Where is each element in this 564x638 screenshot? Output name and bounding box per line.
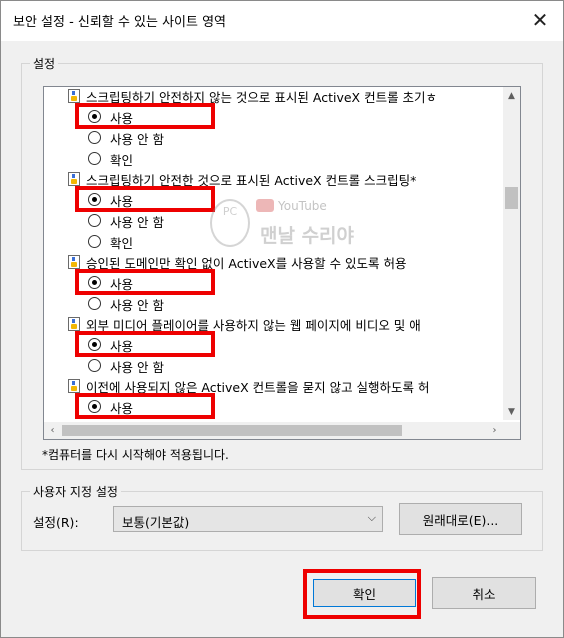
window-title: 보안 설정 - 신뢰할 수 있는 사이트 영역 xyxy=(13,15,227,30)
custom-group-label: 사용자 지정 설정 xyxy=(30,483,121,500)
horizontal-scroll-thumb[interactable] xyxy=(62,425,402,436)
chevron-down-icon: ⌵ xyxy=(367,511,376,524)
radio-label: 사용 안 함 xyxy=(110,298,164,313)
radio-label: 사용 안 함 xyxy=(110,215,164,230)
restart-note: *컴퓨터를 다시 시작해야 적용됩니다. xyxy=(42,448,229,462)
close-icon[interactable]: ✕ xyxy=(523,5,557,35)
scroll-left-icon[interactable]: ‹ xyxy=(44,422,61,439)
settings-group: 설정 스크립팅하기 안전하지 않는 것으로 표시된 ActiveX 컨트롤 초기… xyxy=(21,55,543,470)
cancel-button[interactable]: 취소 xyxy=(432,577,536,609)
setting-icon xyxy=(68,379,80,393)
security-level-dropdown[interactable]: 보통(기본값) ⌵ xyxy=(113,506,383,532)
radio-button[interactable] xyxy=(88,235,101,248)
radio-option[interactable]: 사용 안 함 xyxy=(44,211,244,231)
radio-option[interactable]: 사용 안 함 xyxy=(44,356,244,376)
radio-button[interactable] xyxy=(88,297,101,310)
horizontal-scrollbar[interactable]: ‹ › xyxy=(44,422,503,439)
security-settings-dialog: 보안 설정 - 신뢰할 수 있는 사이트 영역 ✕ 설정 스크립팅하기 안전하지… xyxy=(0,0,564,638)
setting-icon xyxy=(68,89,80,103)
radio-label: 확인 xyxy=(110,236,134,251)
title-bar: 보안 설정 - 신뢰할 수 있는 사이트 영역 ✕ xyxy=(1,1,563,41)
youtube-icon xyxy=(256,199,274,212)
settings-listbox[interactable]: 스크립팅하기 안전하지 않는 것으로 표시된 ActiveX 컨트롤 초기ㅎ 사… xyxy=(43,86,521,440)
scroll-up-icon[interactable]: ▲ xyxy=(503,87,520,104)
settings-list: 스크립팅하기 안전하지 않는 것으로 표시된 ActiveX 컨트롤 초기ㅎ 사… xyxy=(44,87,499,420)
radio-button[interactable] xyxy=(88,359,101,372)
scroll-down-icon[interactable]: ▼ xyxy=(503,403,520,420)
setting-icon xyxy=(68,317,80,331)
radio-label: 사용 안 함 xyxy=(110,360,164,375)
vertical-scroll-thumb[interactable] xyxy=(505,187,518,209)
highlight-box xyxy=(75,186,215,212)
radio-option[interactable]: 확인 xyxy=(44,232,244,252)
setting-icon xyxy=(68,172,80,186)
radio-label: 사용 안 함 xyxy=(110,132,164,147)
reset-button[interactable]: 원래대로(E)... xyxy=(399,503,522,535)
scroll-right-icon[interactable]: › xyxy=(486,422,503,439)
setting-icon xyxy=(68,255,80,269)
radio-label: 확인 xyxy=(110,153,134,168)
scroll-corner xyxy=(503,422,520,439)
watermark-youtube: YouTube xyxy=(278,199,327,213)
highlight-box xyxy=(75,331,215,357)
highlight-box xyxy=(75,269,215,295)
reset-to-label: 설정(R): xyxy=(33,515,79,530)
radio-option[interactable]: 확인 xyxy=(44,149,244,169)
highlight-box xyxy=(75,393,215,419)
settings-group-label: 설정 xyxy=(30,55,59,72)
radio-button[interactable] xyxy=(88,131,101,144)
vertical-scrollbar[interactable]: ▲ ▼ xyxy=(503,87,520,420)
radio-option[interactable]: 사용 안 함 xyxy=(44,128,244,148)
radio-button[interactable] xyxy=(88,152,101,165)
watermark-text: 맨날 수리야 xyxy=(260,225,355,247)
ok-highlight-box xyxy=(303,569,421,619)
dropdown-value: 보통(기본값) xyxy=(122,515,190,530)
radio-option[interactable]: 사용 안 함 xyxy=(44,294,244,314)
radio-button[interactable] xyxy=(88,214,101,227)
highlight-box xyxy=(75,103,215,129)
